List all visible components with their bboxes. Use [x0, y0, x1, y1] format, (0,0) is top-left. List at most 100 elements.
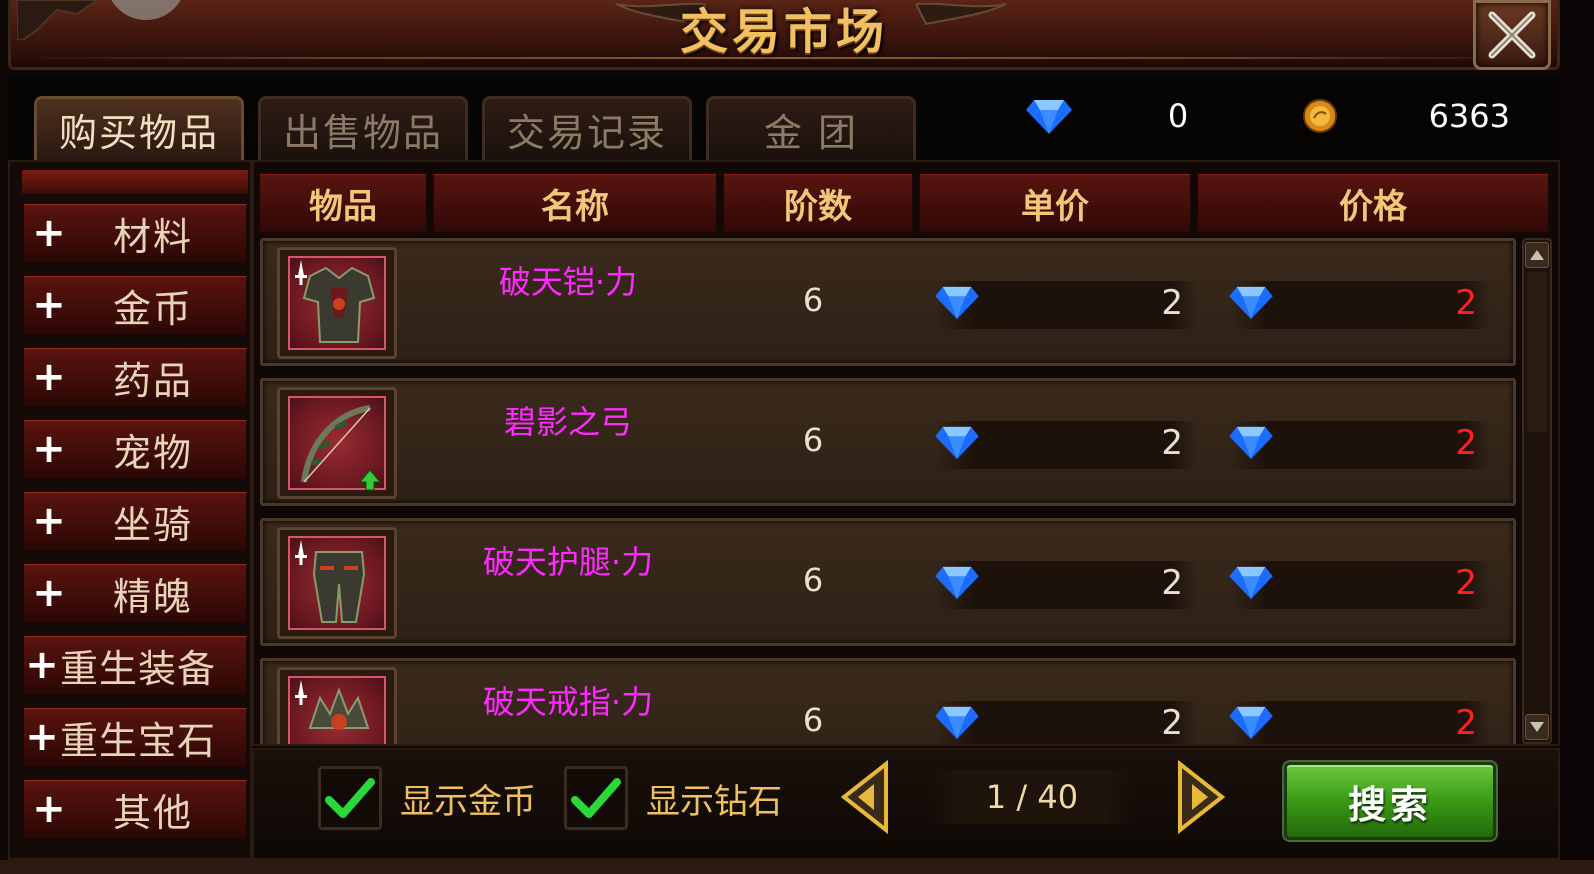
category-rebirth-gems[interactable]: + 重生宝石 [22, 706, 248, 768]
item-name: 碧影之弓 [503, 403, 632, 441]
diamond-icon [935, 566, 979, 599]
scrollbar[interactable] [1522, 238, 1552, 744]
table-row[interactable]: 破天戒指·力 6 2 2 [260, 658, 1516, 744]
item-slot[interactable] [277, 527, 397, 639]
item-slot[interactable] [277, 247, 397, 359]
page-indicator: 1 / 40 [928, 770, 1136, 824]
unit-price: 2 [935, 421, 1197, 469]
show-diamond-checkbox[interactable] [564, 766, 628, 830]
diamond-icon [935, 286, 979, 319]
tab-history[interactable]: 交易记录 [482, 96, 692, 160]
diamond-icon [1229, 566, 1273, 599]
category-pets[interactable]: + 宠物 [22, 418, 248, 480]
category-rebirth-equipment[interactable]: + 重生装备 [22, 634, 248, 696]
category-label: 材料 [112, 214, 193, 259]
checkmark-icon [325, 778, 375, 818]
category-other[interactable]: + 其他 [22, 778, 248, 840]
item-slot[interactable] [277, 667, 397, 744]
category-label: 金币 [112, 286, 193, 331]
item-slot[interactable] [277, 387, 397, 499]
frame-edge [1560, 0, 1594, 874]
total-price: 2 [1229, 281, 1491, 329]
tab-buy[interactable]: 购买物品 [34, 96, 244, 160]
unit-price-value: 2 [1161, 563, 1183, 603]
category-materials[interactable]: + 材料 [22, 202, 248, 264]
sword-badge-icon [295, 540, 307, 565]
show-gold-label[interactable]: 显示金币 [400, 774, 536, 823]
sword-badge-icon [295, 680, 307, 705]
unit-price-value: 2 [1161, 703, 1183, 743]
category-list: + 材料 + 金币 + 药品 + 宠物 + 坐骑 + 精魄 + 重生装备 + 重… [8, 160, 252, 860]
scroll-thumb[interactable] [1527, 272, 1547, 432]
tab-bar: 购买物品 出售物品 交易记录 金 团 0 6363 [8, 76, 1560, 160]
header-price: 价格 [1196, 172, 1550, 234]
expand-icon: + [32, 426, 66, 472]
bottom-bar: 显示金币 显示钻石 1 / 40 搜索 [252, 748, 1560, 860]
header-tier: 阶数 [722, 172, 914, 234]
total-price: 2 [1229, 701, 1491, 744]
total-price-value: 2 [1455, 423, 1477, 463]
expand-icon: + [32, 282, 66, 328]
unit-price: 2 [935, 281, 1197, 329]
item-name: 破天戒指·力 [482, 683, 654, 721]
gold-amount: 6363 [1428, 97, 1510, 135]
close-icon [1488, 11, 1536, 59]
gold-coin-icon [1303, 99, 1337, 133]
unit-price: 2 [935, 701, 1197, 744]
category-mounts[interactable]: + 坐骑 [22, 490, 248, 552]
close-button[interactable] [1473, 0, 1551, 70]
table-row[interactable]: 破天护腿·力 6 2 2 [260, 518, 1516, 646]
total-price: 2 [1229, 561, 1491, 609]
next-page-button[interactable] [1174, 760, 1228, 834]
category-label: 精魄 [112, 574, 193, 619]
header-unit-price: 单价 [918, 172, 1192, 234]
category-potions[interactable]: + 药品 [22, 346, 248, 408]
unit-price-value: 2 [1161, 283, 1183, 323]
total-price: 2 [1229, 421, 1491, 469]
window-title: 交易市场 [679, 4, 888, 60]
expand-icon: + [32, 570, 66, 616]
diamond-balance [1026, 96, 1072, 136]
header-item: 物品 [258, 172, 428, 234]
item-tier: 6 [802, 561, 824, 599]
diamond-icon [1026, 100, 1072, 134]
category-gold[interactable]: + 金币 [22, 274, 248, 336]
category-list-header [22, 170, 248, 194]
category-spirits[interactable]: + 精魄 [22, 562, 248, 624]
scroll-down-button[interactable] [1525, 714, 1549, 740]
tab-sell[interactable]: 出售物品 [258, 96, 468, 160]
category-label: 重生装备 [60, 646, 217, 691]
expand-icon: + [32, 354, 66, 400]
diamond-icon [1229, 286, 1273, 319]
prev-page-button[interactable] [838, 760, 892, 834]
table-row[interactable]: 破天铠·力 6 2 2 [260, 238, 1516, 366]
scroll-up-button[interactable] [1525, 242, 1549, 268]
item-tier: 6 [802, 701, 824, 739]
triangle-up-icon [1530, 250, 1544, 260]
expand-icon: + [25, 714, 59, 760]
market-table: 物品 名称 阶数 单价 价格 破天铠·力 6 2 2 碧影之弓 6 2 2 破天… [252, 160, 1560, 746]
listing-rows: 破天铠·力 6 2 2 碧影之弓 6 2 2 破天护腿·力 6 2 2 破天戒指… [260, 238, 1520, 744]
wing-ornament-right-icon [916, 2, 1007, 26]
item-name: 破天护腿·力 [482, 543, 654, 581]
upgrade-arrow-icon [358, 469, 382, 491]
diamond-icon [1229, 706, 1273, 739]
header-name: 名称 [432, 172, 718, 234]
triangle-down-icon [1530, 722, 1544, 732]
expand-icon: + [25, 642, 59, 688]
show-gold-checkbox[interactable] [318, 766, 382, 830]
item-tier: 6 [802, 421, 824, 459]
unit-price-value: 2 [1161, 423, 1183, 463]
diamond-amount: 0 [1167, 97, 1189, 135]
expand-icon: + [32, 210, 66, 256]
tab-gold-group[interactable]: 金 团 [706, 96, 916, 160]
title-bar: 交易市场 [8, 0, 1560, 70]
search-button[interactable]: 搜索 [1284, 762, 1496, 840]
diamond-icon [1229, 426, 1273, 459]
diamond-icon [935, 706, 979, 739]
table-row[interactable]: 碧影之弓 6 2 2 [260, 378, 1516, 506]
show-diamond-label[interactable]: 显示钻石 [646, 774, 782, 823]
expand-icon: + [32, 498, 66, 544]
category-label: 宠物 [112, 430, 193, 475]
unit-price: 2 [935, 561, 1197, 609]
